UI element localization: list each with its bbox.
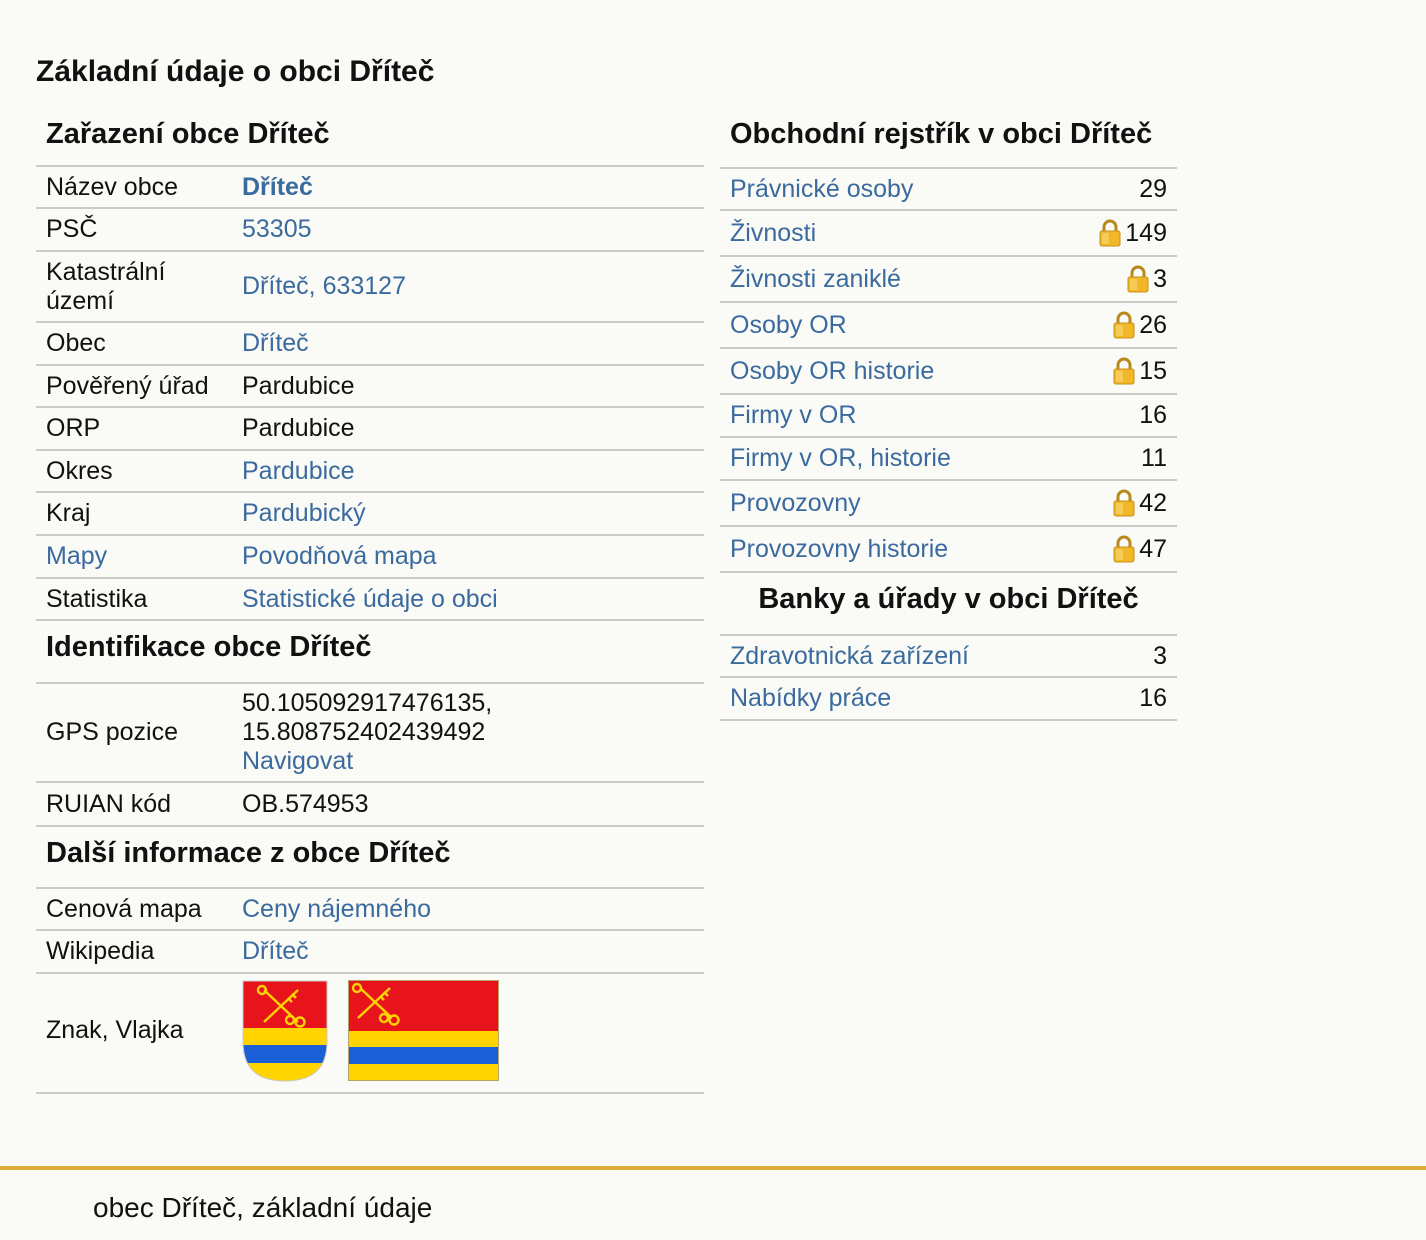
firmy-v-or-historie-link[interactable]: Firmy v OR, historie bbox=[730, 444, 951, 473]
row-nazev-obce: Název obce Dříteč bbox=[36, 167, 704, 209]
padlock-icon bbox=[1113, 535, 1135, 563]
rejstrik-row-provozovny-historie: Provozovny historie 47 bbox=[720, 527, 1177, 573]
rejstrik-row-firmy-v-or: Firmy v OR 16 bbox=[720, 395, 1177, 438]
nabidky-prace-link[interactable]: Nabídky práce bbox=[730, 684, 891, 713]
banky-row-zdravotnicka-zarizeni: Zdravotnická zařízení 3 bbox=[720, 636, 1177, 678]
count: 149 bbox=[1125, 218, 1167, 247]
row-label: Katastrální území bbox=[46, 257, 166, 315]
padlock-icon bbox=[1113, 489, 1135, 517]
zarazeni-heading: Zařazení obce Dříteč bbox=[36, 108, 704, 167]
zivnosti-link[interactable]: Živnosti bbox=[730, 219, 816, 248]
row-label: Pověřený úřad bbox=[46, 371, 209, 400]
count: 15 bbox=[1139, 356, 1167, 385]
row-label: RUIAN kód bbox=[46, 789, 172, 818]
rejstrik-row-zivnosti: Živnosti 149 bbox=[720, 211, 1177, 257]
padlock-icon bbox=[1113, 311, 1135, 339]
wikipedia-link[interactable]: Dříteč bbox=[242, 937, 309, 965]
row-obec: Obec Dříteč bbox=[36, 323, 704, 366]
row-statistika: Statistika Statistické údaje o obci bbox=[36, 579, 704, 621]
row-cenova-mapa: Cenová mapa Ceny nájemného bbox=[36, 889, 704, 931]
row-orp: ORP Pardubice bbox=[36, 408, 704, 451]
row-label: Znak, Vlajka bbox=[46, 1015, 184, 1044]
rejstrik-heading: Obchodní rejstřík v obci Dříteč bbox=[720, 108, 1177, 169]
footer: obec Dříteč, základní údaje bbox=[0, 1166, 1426, 1240]
row-ruian: RUIAN kód OB.574953 bbox=[36, 783, 704, 827]
katastralni-uzemi-link[interactable]: Dříteč, 633127 bbox=[242, 272, 406, 300]
row-label: ORP bbox=[46, 414, 101, 442]
row-okres: Okres Pardubice bbox=[36, 451, 704, 493]
zdravotnicka-zarizeni-link[interactable]: Zdravotnická zařízení bbox=[730, 642, 969, 671]
row-psc: PSČ 53305 bbox=[36, 209, 704, 252]
row-label: Název obce bbox=[46, 172, 179, 201]
padlock-icon bbox=[1113, 357, 1135, 385]
emblems bbox=[242, 974, 704, 1082]
row-label: Cenová mapa bbox=[46, 894, 202, 923]
count: 3 bbox=[1153, 264, 1167, 293]
zivnosti-zanikle-link[interactable]: Živnosti zaniklé bbox=[730, 265, 901, 294]
rejstrik-row-osoby-or-historie: Osoby OR historie 15 bbox=[720, 349, 1177, 395]
orp-value: Pardubice bbox=[242, 414, 355, 442]
identifikace-heading: Identifikace obce Dříteč bbox=[36, 621, 704, 684]
row-kraj: Kraj Pardubický bbox=[36, 493, 704, 536]
count: 16 bbox=[1139, 684, 1167, 712]
row-label: Kraj bbox=[46, 499, 91, 527]
row-label: Okres bbox=[46, 456, 113, 485]
padlock-icon bbox=[1127, 265, 1149, 293]
left-column: Zařazení obce Dříteč Název obce Dříteč P… bbox=[36, 108, 704, 1094]
obec-link[interactable]: Dříteč bbox=[242, 329, 309, 357]
row-mapy: Mapy Povodňová mapa bbox=[36, 536, 704, 579]
banky-row-nabidky-prace: Nabídky práce 16 bbox=[720, 678, 1177, 721]
povodnova-mapa-link[interactable]: Povodňová mapa bbox=[242, 542, 437, 570]
row-label: Statistika bbox=[46, 584, 148, 613]
rejstrik-row-pravnicke-osoby: Právnické osoby 29 bbox=[720, 169, 1177, 211]
row-wikipedia: Wikipedia Dříteč bbox=[36, 931, 704, 974]
navigovat-link[interactable]: Navigovat bbox=[242, 747, 353, 775]
row-label: GPS pozice bbox=[46, 718, 179, 746]
row-label: Wikipedia bbox=[46, 937, 155, 965]
padlock-icon bbox=[1099, 219, 1121, 247]
count: 47 bbox=[1139, 534, 1167, 563]
count: 29 bbox=[1139, 174, 1167, 203]
row-gps: GPS pozice 50.105092917476135, 15.808752… bbox=[36, 684, 704, 783]
footer-text: obec Dříteč, základní údaje bbox=[93, 1192, 433, 1223]
row-katastralni-uzemi: Katastrální území Dříteč, 633127 bbox=[36, 252, 704, 323]
dalsi-heading: Další informace z obce Dříteč bbox=[36, 827, 704, 889]
ruian-value: OB.574953 bbox=[242, 789, 369, 818]
gps-value: 50.105092917476135, 15.808752402439492 N… bbox=[242, 689, 704, 776]
rejstrik-row-provozovny: Provozovny 42 bbox=[720, 481, 1177, 527]
kraj-link[interactable]: Pardubický bbox=[242, 499, 366, 527]
firmy-v-or-link[interactable]: Firmy v OR bbox=[730, 401, 856, 430]
count: 16 bbox=[1139, 401, 1167, 429]
count: 3 bbox=[1153, 641, 1167, 670]
pravnicke-osoby-link[interactable]: Právnické osoby bbox=[730, 175, 913, 204]
provozovny-historie-link[interactable]: Provozovny historie bbox=[730, 535, 948, 564]
row-povereny-urad: Pověřený úřad Pardubice bbox=[36, 366, 704, 408]
gps-lat: 50.105092917476135, bbox=[242, 689, 493, 717]
mapy-link[interactable]: Mapy bbox=[46, 542, 107, 570]
right-column: Obchodní rejstřík v obci Dříteč Právnick… bbox=[720, 108, 1177, 721]
ceny-najemneho-link[interactable]: Ceny nájemného bbox=[242, 895, 431, 923]
osoby-or-historie-link[interactable]: Osoby OR historie bbox=[730, 357, 934, 386]
rejstrik-row-zivnosti-zanikle: Živnosti zaniklé 3 bbox=[720, 257, 1177, 303]
provozovny-link[interactable]: Provozovny bbox=[730, 489, 861, 518]
osoby-or-link[interactable]: Osoby OR bbox=[730, 311, 847, 340]
psc-link[interactable]: 53305 bbox=[242, 215, 312, 243]
coat-of-arms-icon[interactable] bbox=[242, 980, 328, 1082]
count: 11 bbox=[1141, 444, 1167, 472]
row-label: Obec bbox=[46, 329, 106, 357]
rejstrik-row-firmy-v-or-historie: Firmy v OR, historie 11 bbox=[720, 438, 1177, 481]
flag-icon[interactable] bbox=[348, 980, 499, 1081]
gps-lon: 15.808752402439492 bbox=[242, 718, 486, 746]
rejstrik-row-osoby-or: Osoby OR 26 bbox=[720, 303, 1177, 349]
nazev-obce-link[interactable]: Dříteč bbox=[242, 173, 313, 201]
banky-heading: Banky a úřady v obci Dříteč bbox=[720, 573, 1177, 636]
page-title: Základní údaje o obci Dříteč bbox=[36, 55, 435, 88]
row-label: PSČ bbox=[46, 215, 98, 243]
row-znak-vlajka: Znak, Vlajka bbox=[36, 974, 704, 1094]
povereny-urad-value: Pardubice bbox=[242, 371, 355, 400]
count: 42 bbox=[1139, 488, 1167, 517]
okres-link[interactable]: Pardubice bbox=[242, 457, 355, 485]
count: 26 bbox=[1139, 310, 1167, 339]
statisticke-udaje-link[interactable]: Statistické údaje o obci bbox=[242, 585, 498, 613]
